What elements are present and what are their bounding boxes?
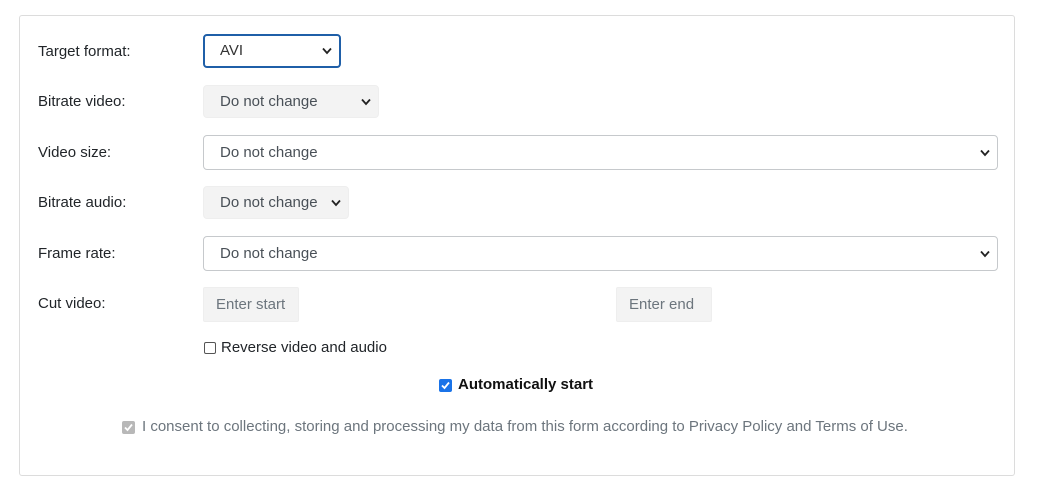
target-format-value: AVI [220, 42, 244, 59]
auto-start-label: Automatically start [458, 376, 594, 393]
cut-start-input[interactable]: Enter start [203, 287, 299, 322]
checkmark-icon [124, 423, 133, 431]
frame-rate-label: Frame rate: [38, 245, 116, 262]
auto-start-checkbox-row[interactable]: Automatically start [439, 375, 593, 395]
chevron-down-icon [980, 250, 990, 257]
bitrate-video-label: Bitrate video: [38, 93, 126, 110]
target-format-select[interactable]: AVI [203, 34, 341, 68]
reverse-checkbox-label: Reverse video and audio [221, 339, 387, 356]
checkmark-icon [441, 381, 450, 389]
cut-video-label: Cut video: [38, 295, 106, 312]
consent-label: I consent to collecting, storing and pro… [142, 418, 908, 435]
bitrate-audio-select[interactable]: Do not change [203, 186, 349, 219]
bitrate-video-select[interactable]: Do not change [203, 85, 379, 118]
consent-checkbox-row: I consent to collecting, storing and pro… [122, 417, 908, 437]
reverse-checkbox[interactable] [204, 342, 216, 354]
bitrate-audio-value: Do not change [220, 193, 318, 211]
video-size-value: Do not change [220, 143, 318, 161]
target-format-label: Target format: [38, 43, 131, 60]
chevron-down-icon [322, 47, 332, 55]
video-size-select[interactable]: Do not change [203, 135, 998, 170]
cut-start-placeholder: Enter start [216, 296, 286, 313]
frame-rate-select[interactable]: Do not change [203, 236, 998, 271]
bitrate-audio-label: Bitrate audio: [38, 194, 127, 211]
auto-start-checkbox[interactable] [439, 378, 452, 392]
chevron-down-icon [980, 149, 990, 156]
reverse-checkbox-row[interactable]: Reverse video and audio [204, 338, 387, 358]
cut-end-input[interactable]: Enter end [616, 287, 712, 322]
video-size-label: Video size: [38, 144, 112, 161]
chevron-down-icon [331, 199, 341, 206]
chevron-down-icon [361, 98, 371, 105]
bitrate-video-value: Do not change [220, 92, 318, 110]
consent-checkbox [122, 420, 135, 434]
frame-rate-value: Do not change [220, 244, 318, 262]
cut-end-placeholder: Enter end [629, 296, 695, 313]
